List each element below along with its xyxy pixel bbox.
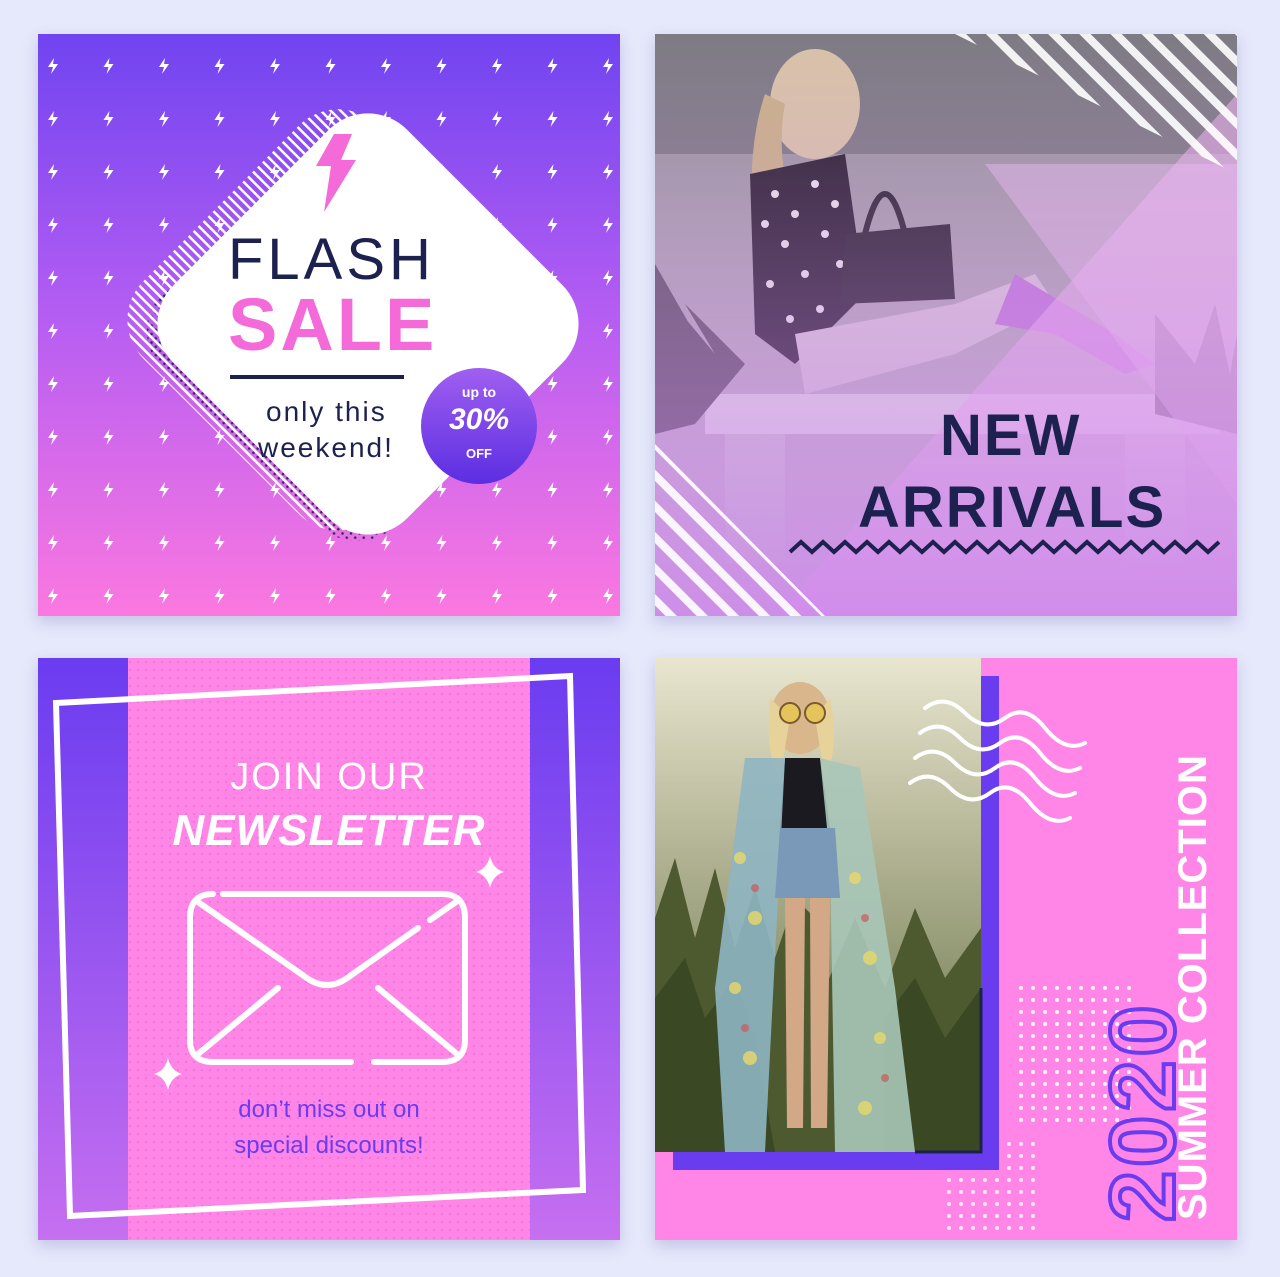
newsletter-card: JOIN OUR NEWSLETTER don’t miss out on sp… xyxy=(38,658,620,1240)
subtitle-line2: weekend! xyxy=(258,432,394,463)
tagline-line1: don’t miss out on xyxy=(238,1096,420,1123)
summer-collection-card: SUMMER COLLECTION 2020 xyxy=(655,658,1237,1240)
badge-top: up to xyxy=(461,384,497,400)
sale-title: SALE xyxy=(228,283,438,366)
arrivals-title: ARRIVALS xyxy=(858,475,1167,540)
summer-photo xyxy=(655,658,981,1152)
new-arrivals-card: NEW ARRIVALS xyxy=(655,34,1237,616)
year-title: 2020 xyxy=(1090,999,1196,1224)
newsletter-title: NEWSLETTER xyxy=(172,806,486,855)
subtitle-line1: only this xyxy=(266,396,387,427)
badge-value: 30% xyxy=(448,403,510,436)
join-our-title: JOIN OUR xyxy=(230,756,428,798)
badge-bottom: OFF xyxy=(466,446,492,461)
tagline-line2: special discounts! xyxy=(234,1132,424,1159)
new-title: NEW xyxy=(940,403,1082,468)
flash-sale-card: FLASH SALE only this weekend! up to 30% … xyxy=(38,34,620,616)
